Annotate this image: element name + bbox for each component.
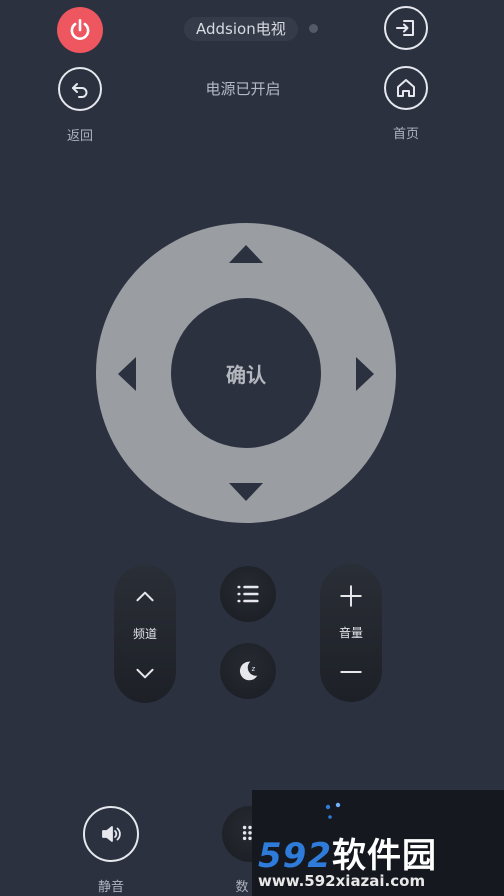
- back-button[interactable]: [58, 67, 102, 111]
- device-name[interactable]: Addsion电视: [184, 17, 298, 41]
- home-button[interactable]: [384, 66, 428, 110]
- connection-status-dot: [309, 24, 318, 33]
- power-icon: [70, 18, 90, 40]
- input-source-icon: [396, 20, 414, 36]
- home-icon: [397, 79, 415, 97]
- channel-rocker: 频道: [114, 565, 176, 703]
- speaker-icon: [102, 826, 121, 842]
- volume-up-button[interactable]: [320, 572, 382, 620]
- input-source-button[interactable]: [384, 6, 428, 50]
- watermark-dots-icon: [325, 802, 341, 819]
- mute-button[interactable]: [83, 806, 139, 862]
- menu-button[interactable]: [220, 566, 276, 622]
- channel-up-button[interactable]: [114, 573, 176, 621]
- power-status-text: 电源已开启: [205, 80, 281, 98]
- home-label: 首页: [392, 127, 419, 142]
- watermark-brand: 592软件园: [258, 828, 437, 877]
- volume-label: 音量: [338, 626, 363, 640]
- chevron-up-icon: [136, 591, 154, 602]
- sleep-button[interactable]: z: [220, 643, 276, 699]
- channel-label: 频道: [132, 627, 157, 641]
- watermark-cn: 软件园: [331, 836, 437, 876]
- dpad-left-button[interactable]: [118, 357, 136, 391]
- volume-rocker: 音量: [320, 564, 382, 702]
- menu-list-icon: [237, 585, 259, 603]
- svg-text:z: z: [252, 665, 256, 673]
- numpad-label: 数: [235, 880, 249, 895]
- back-arrow-icon: [72, 83, 88, 98]
- plus-icon: [340, 585, 362, 607]
- dpad-down-button[interactable]: [229, 483, 263, 501]
- watermark: 592软件园 www.592xiazai.com: [252, 790, 504, 896]
- mute-label: 静音: [97, 880, 124, 895]
- dpad-up-button[interactable]: [229, 245, 263, 263]
- ok-button[interactable]: 确认: [171, 298, 321, 448]
- chevron-down-icon: [136, 668, 154, 679]
- volume-down-button[interactable]: [320, 648, 382, 696]
- dpad-right-button[interactable]: [356, 357, 374, 391]
- sleep-moon-icon: z: [239, 661, 258, 681]
- ok-label: 确认: [226, 362, 266, 387]
- channel-down-button[interactable]: [114, 649, 176, 697]
- back-label: 返回: [66, 129, 93, 144]
- watermark-url: www.592xiazai.com: [258, 872, 426, 890]
- watermark-digits: 592: [258, 836, 332, 876]
- minus-icon: [340, 671, 362, 673]
- power-button[interactable]: [57, 7, 103, 53]
